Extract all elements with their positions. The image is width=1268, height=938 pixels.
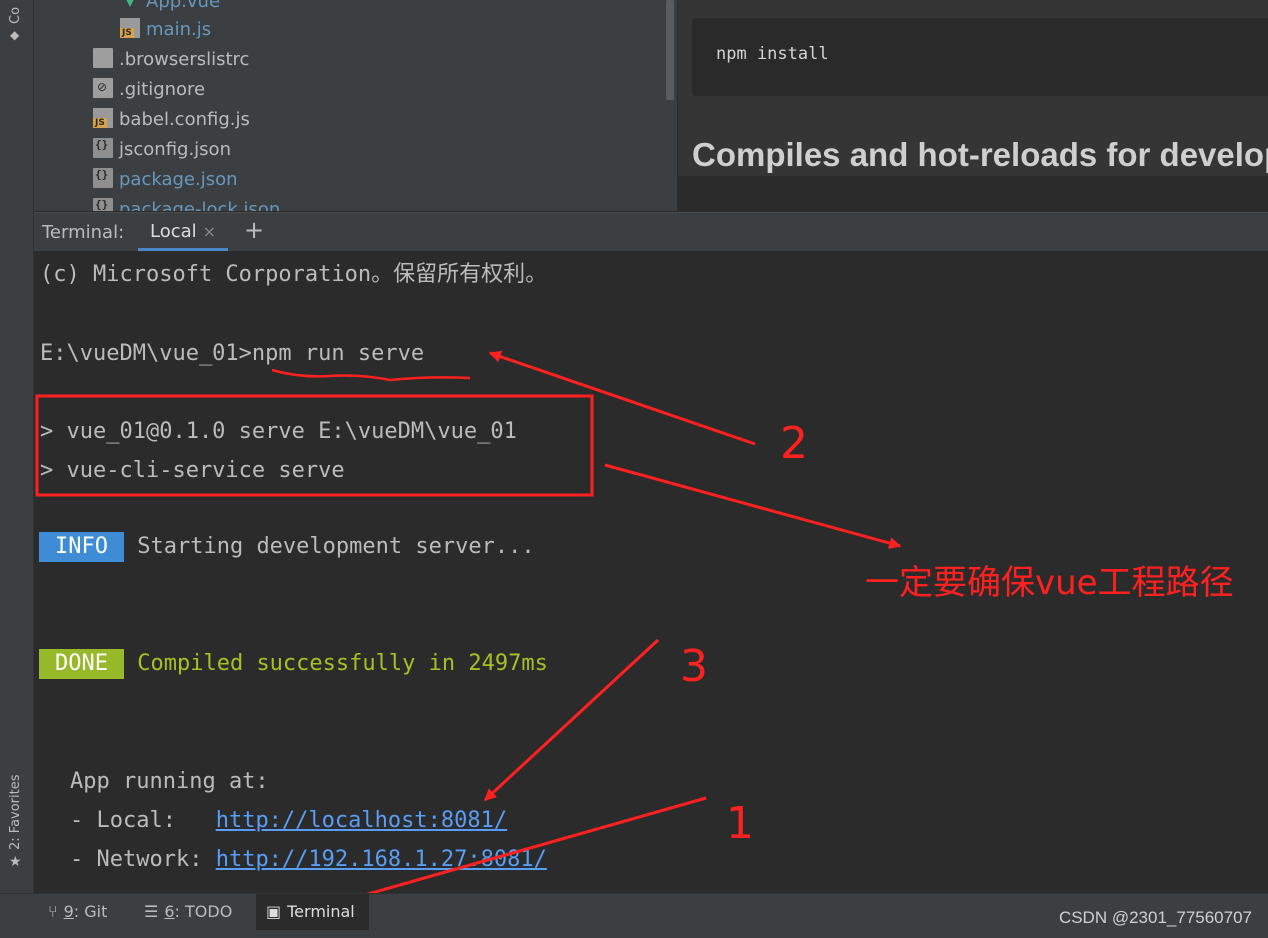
terminal-line: > vue-cli-service serve xyxy=(40,458,345,483)
terminal-line: (c) Microsoft Corporation。保留所有权利。 xyxy=(40,262,548,287)
tree-item-label: babel.config.js xyxy=(119,109,250,130)
tree-item[interactable]: main.js xyxy=(120,15,211,45)
annotation-number: 3 xyxy=(680,641,708,692)
json-file-icon xyxy=(93,130,113,160)
git-tool-button[interactable]: ⑂ 9: Git xyxy=(40,894,115,930)
terminal-line: INFO Starting development server... xyxy=(39,532,535,562)
done-badge: DONE xyxy=(39,649,124,679)
info-text: Starting development server... xyxy=(137,534,535,559)
readme-heading: Compiles and hot-reloads for development xyxy=(692,136,1268,173)
tree-item[interactable]: package.json xyxy=(93,160,238,195)
js-file-icon xyxy=(120,18,140,38)
network-label: - Network: xyxy=(70,847,216,872)
terminal-line: - Local: http://localhost:8081/ xyxy=(70,806,507,836)
terminal-line: DONE Compiled successfully in 2497ms xyxy=(39,649,548,679)
project-tree: ▼ App.vue main.js .browserslistrc .gitign… xyxy=(34,0,677,211)
terminal-tool-label: Terminal xyxy=(287,902,355,921)
git-label: : Git xyxy=(73,902,108,921)
tree-item-label: .gitignore xyxy=(119,79,206,100)
list-icon: ☰ xyxy=(144,902,159,921)
tree-item[interactable]: .browserslistrc xyxy=(93,45,249,75)
local-url-link[interactable]: http://localhost:8081/ xyxy=(216,808,507,833)
terminal-tool-button[interactable]: ▣ Terminal xyxy=(256,894,369,930)
annotation-number: 1 xyxy=(726,798,754,849)
watermark: CSDN @2301_77560707 xyxy=(1058,908,1252,927)
network-url-link[interactable]: http://192.168.1.27:8081/ xyxy=(216,847,547,872)
terminal-line: - Network: http://192.168.1.27:8081/ xyxy=(70,845,547,875)
todo-tool-button[interactable]: ☰ 6: TODO xyxy=(136,894,240,930)
tab-local-label: Local xyxy=(150,221,197,242)
commit-icon: ◆ xyxy=(10,28,20,42)
local-label: - Local: xyxy=(70,808,216,833)
terminal-line: App running at: xyxy=(70,769,269,794)
terminal-line: E:\vueDM\vue_01>npm run serve xyxy=(40,339,424,369)
tool-tab-favorites-label: 2: Favorites xyxy=(8,774,23,850)
tree-item-label: App.vue xyxy=(146,0,221,12)
tree-item[interactable]: .gitignore xyxy=(93,72,206,105)
tree-item-label: main.js xyxy=(146,19,212,40)
star-icon: ★ xyxy=(9,854,22,870)
json-file-icon xyxy=(93,190,113,211)
tree-item[interactable]: package-lock.json xyxy=(93,190,281,211)
code-block: npm install xyxy=(692,18,1268,96)
tool-tab-commit-label: Co xyxy=(8,6,23,24)
tree-item-label: jsconfig.json xyxy=(119,139,231,160)
prompt-text: E:\vueDM\vue_01> xyxy=(40,341,252,366)
left-tool-strip: ◆ Co ★ 2: Favorites xyxy=(0,0,34,893)
tree-item-label: .browserslistrc xyxy=(119,49,250,70)
code-text: npm install xyxy=(716,44,829,64)
command-text: npm run serve xyxy=(251,341,425,366)
vue-file-icon: ▼ xyxy=(120,0,140,10)
gitignore-file-icon xyxy=(93,72,113,102)
add-tab-button[interactable]: + xyxy=(244,216,264,244)
todo-shortcut: 6 xyxy=(164,902,175,921)
terminal-header: Terminal: Local × + xyxy=(34,212,1268,251)
info-badge: INFO xyxy=(39,532,124,562)
tab-local[interactable]: Local × xyxy=(138,213,229,251)
json-file-icon xyxy=(93,160,113,190)
terminal-title: Terminal: xyxy=(42,222,125,243)
tree-item-label: package-lock.json xyxy=(119,199,281,211)
todo-label: : TODO xyxy=(174,902,233,921)
terminal-icon: ▣ xyxy=(266,902,282,921)
annotation-note: 一定要确保vue工程路径 xyxy=(865,563,1234,603)
readme-preview: npm install Compiles and hot-reloads for… xyxy=(678,0,1268,211)
tree-scrollbar[interactable] xyxy=(666,0,674,100)
annotation-number: 2 xyxy=(780,418,808,469)
tree-item-label: package.json xyxy=(119,169,238,190)
js-file-icon xyxy=(93,108,113,128)
readme-content: npm install Compiles and hot-reloads for… xyxy=(678,0,1268,176)
tool-tab-commit[interactable]: ◆ Co xyxy=(0,0,33,48)
tree-item[interactable]: jsconfig.json xyxy=(93,130,231,165)
tool-tab-favorites[interactable]: ★ 2: Favorites xyxy=(0,760,33,878)
terminal-line: > vue_01@0.1.0 serve E:\vueDM\vue_01 xyxy=(40,419,517,444)
text-file-icon xyxy=(93,48,113,68)
done-text: Compiled successfully in 2497ms xyxy=(137,651,548,676)
tree-item[interactable]: babel.config.js xyxy=(93,105,250,135)
git-branch-icon: ⑂ xyxy=(48,902,58,921)
git-shortcut: 9 xyxy=(63,902,74,921)
status-bar: ⑂ 9: Git ☰ 6: TODO ▣ Terminal CSDN @2301_77… xyxy=(0,893,1268,938)
close-tab-icon[interactable]: × xyxy=(203,222,216,241)
